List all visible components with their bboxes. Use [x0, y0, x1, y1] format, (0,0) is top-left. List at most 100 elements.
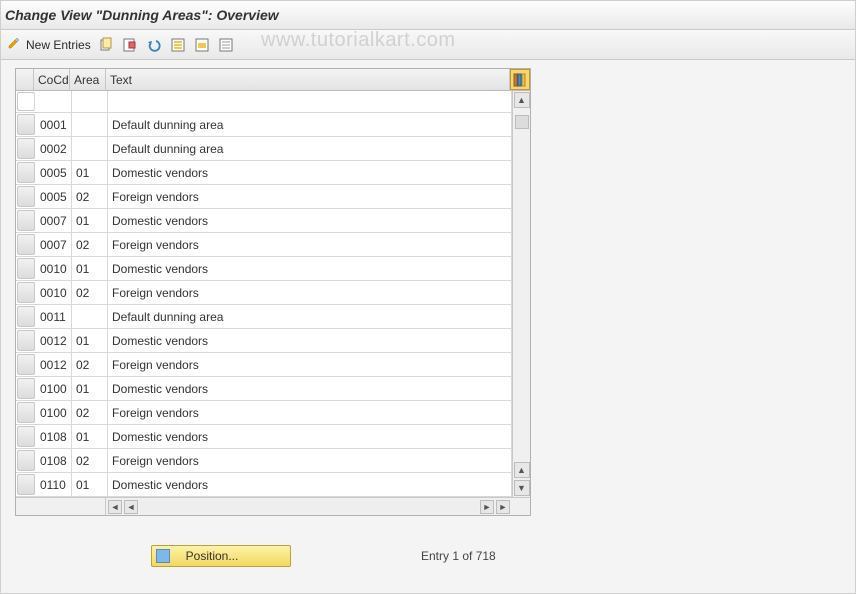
- scroll-down-arrow-icon[interactable]: ▼: [514, 480, 530, 496]
- cell-area[interactable]: 02: [72, 281, 108, 304]
- cell-cocd[interactable]: 0005: [36, 185, 72, 208]
- row-selector[interactable]: [17, 114, 35, 135]
- cell-text[interactable]: Domestic vendors: [108, 257, 512, 280]
- cell-area[interactable]: 02: [72, 185, 108, 208]
- undo-change-button[interactable]: [145, 36, 163, 54]
- cell-text[interactable]: Domestic vendors: [108, 161, 512, 184]
- scroll-thumb[interactable]: [515, 115, 529, 129]
- cell-area[interactable]: 01: [72, 329, 108, 352]
- cell-cocd[interactable]: 0012: [36, 353, 72, 376]
- cell-area[interactable]: 01: [72, 425, 108, 448]
- table-settings-button[interactable]: [510, 69, 530, 90]
- cell-text[interactable]: Domestic vendors: [108, 377, 512, 400]
- cell-cocd[interactable]: 0007: [36, 209, 72, 232]
- cell-cocd[interactable]: 0010: [36, 281, 72, 304]
- row-selector[interactable]: [17, 210, 35, 231]
- cell-text[interactable]: Domestic vendors: [108, 473, 512, 496]
- vertical-scrollbar[interactable]: ▲ ▲ ▼: [512, 91, 530, 497]
- position-button[interactable]: Position...: [151, 545, 291, 567]
- row-selector[interactable]: [17, 186, 35, 207]
- cell-text[interactable]: Default dunning area: [108, 137, 512, 160]
- cell-area[interactable]: 01: [72, 257, 108, 280]
- scroll-right-arrow-icon[interactable]: ►: [496, 500, 510, 514]
- row-selector[interactable]: [17, 258, 35, 279]
- horizontal-scrollbar[interactable]: ◄ ◄ ► ►: [16, 497, 530, 515]
- cell-area[interactable]: 02: [72, 233, 108, 256]
- filter-cocd-input[interactable]: [36, 91, 72, 112]
- cell-area[interactable]: 01: [72, 209, 108, 232]
- app-window: Change View "Dunning Areas": Overview ww…: [0, 0, 856, 594]
- select-all-button[interactable]: [169, 36, 187, 54]
- row-selector[interactable]: [17, 234, 35, 255]
- row-selector[interactable]: [17, 474, 35, 495]
- cell-text[interactable]: Default dunning area: [108, 113, 512, 136]
- delete-button[interactable]: [121, 36, 139, 54]
- cell-text[interactable]: Domestic vendors: [108, 425, 512, 448]
- filter-text-input[interactable]: [108, 91, 512, 112]
- scroll-up-step-icon[interactable]: ▲: [514, 462, 530, 478]
- deselect-all-button[interactable]: [217, 36, 235, 54]
- cell-text[interactable]: Foreign vendors: [108, 401, 512, 424]
- row-selector[interactable]: [17, 330, 35, 351]
- cell-cocd[interactable]: 0001: [36, 113, 72, 136]
- hscroll-track[interactable]: [140, 501, 478, 513]
- table-row: 0011 Default dunning area: [16, 305, 512, 329]
- cell-text[interactable]: Domestic vendors: [108, 209, 512, 232]
- cell-area[interactable]: 02: [72, 353, 108, 376]
- table-row: 0002 Default dunning area: [16, 137, 512, 161]
- row-selector[interactable]: [17, 306, 35, 327]
- cell-text[interactable]: Foreign vendors: [108, 281, 512, 304]
- cell-area[interactable]: 01: [72, 161, 108, 184]
- cell-cocd[interactable]: 0010: [36, 257, 72, 280]
- column-header-selector[interactable]: [16, 69, 34, 90]
- table-row: 000702Foreign vendors: [16, 233, 512, 257]
- cell-cocd[interactable]: 0007: [36, 233, 72, 256]
- scroll-right-step-icon[interactable]: ►: [480, 500, 494, 514]
- row-selector[interactable]: [17, 378, 35, 399]
- column-header-text[interactable]: Text: [106, 69, 510, 90]
- copy-as-button[interactable]: [97, 36, 115, 54]
- row-selector[interactable]: [17, 402, 35, 423]
- cell-cocd[interactable]: 0002: [36, 137, 72, 160]
- table-row: 011001Domestic vendors: [16, 473, 512, 497]
- dunning-areas-table: CoCd Area Text 0001: [15, 68, 531, 516]
- cell-cocd[interactable]: 0108: [36, 449, 72, 472]
- cell-text[interactable]: Foreign vendors: [108, 185, 512, 208]
- cell-area[interactable]: 01: [72, 473, 108, 496]
- cell-cocd[interactable]: 0108: [36, 425, 72, 448]
- row-selector[interactable]: [17, 162, 35, 183]
- cell-cocd[interactable]: 0100: [36, 401, 72, 424]
- cell-area[interactable]: [72, 137, 108, 160]
- cell-text[interactable]: Default dunning area: [108, 305, 512, 328]
- cell-text[interactable]: Foreign vendors: [108, 233, 512, 256]
- row-selector[interactable]: [17, 138, 35, 159]
- scroll-left-arrow-icon[interactable]: ◄: [108, 500, 122, 514]
- cell-area[interactable]: 02: [72, 401, 108, 424]
- cell-cocd[interactable]: 0012: [36, 329, 72, 352]
- cell-cocd[interactable]: 0005: [36, 161, 72, 184]
- cell-cocd[interactable]: 0011: [36, 305, 72, 328]
- cell-cocd[interactable]: 0100: [36, 377, 72, 400]
- new-entries-button[interactable]: New Entries: [7, 36, 91, 53]
- column-header-cocd[interactable]: CoCd: [34, 69, 70, 90]
- cell-text[interactable]: Domestic vendors: [108, 329, 512, 352]
- select-block-button[interactable]: [193, 36, 211, 54]
- scroll-up-arrow-icon[interactable]: ▲: [514, 92, 530, 108]
- row-selector[interactable]: [17, 426, 35, 447]
- table-row: 001001Domestic vendors: [16, 257, 512, 281]
- cell-cocd[interactable]: 0110: [36, 473, 72, 496]
- column-header-area[interactable]: Area: [70, 69, 106, 90]
- scroll-left-step-icon[interactable]: ◄: [124, 500, 138, 514]
- cell-area[interactable]: [72, 305, 108, 328]
- cell-area[interactable]: 02: [72, 449, 108, 472]
- row-selector[interactable]: [17, 450, 35, 471]
- cell-text[interactable]: Foreign vendors: [108, 449, 512, 472]
- row-selector[interactable]: [17, 354, 35, 375]
- filter-area-input[interactable]: [72, 91, 108, 112]
- row-selector[interactable]: [17, 92, 35, 111]
- cell-area[interactable]: [72, 113, 108, 136]
- cell-area[interactable]: 01: [72, 377, 108, 400]
- row-selector[interactable]: [17, 282, 35, 303]
- hscroll-spacer: [16, 498, 106, 515]
- cell-text[interactable]: Foreign vendors: [108, 353, 512, 376]
